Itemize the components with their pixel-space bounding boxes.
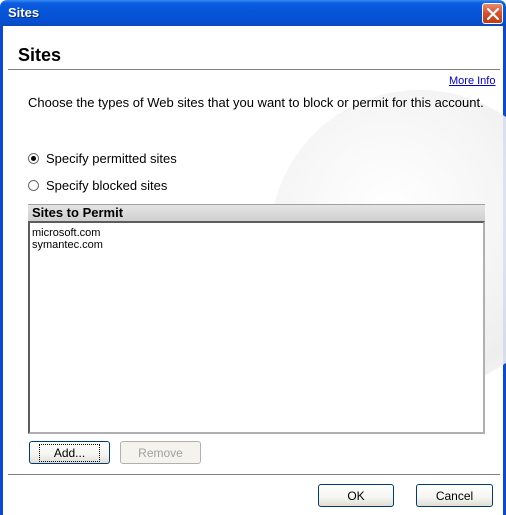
radio-button-checked[interactable] bbox=[28, 152, 39, 164]
title-bar[interactable]: Sites bbox=[0, 0, 506, 26]
cancel-button[interactable]: Cancel bbox=[416, 484, 493, 507]
add-button[interactable]: Add... bbox=[29, 441, 110, 464]
radio-button-unchecked[interactable] bbox=[28, 179, 39, 191]
ok-button[interactable]: OK bbox=[318, 484, 394, 507]
list-header: Sites to Permit bbox=[28, 204, 485, 221]
add-button-label: Add... bbox=[38, 443, 101, 462]
window-frame-left bbox=[0, 26, 3, 515]
sites-dialog: Sites Sites More Info Choose the types o… bbox=[0, 0, 506, 515]
page-title: Sites bbox=[18, 45, 62, 65]
radio-specify-permitted[interactable]: Specify permitted sites bbox=[28, 150, 177, 166]
remove-button[interactable]: Remove bbox=[120, 441, 201, 464]
cancel-button-label: Cancel bbox=[435, 488, 474, 503]
remove-button-label: Remove bbox=[138, 445, 183, 460]
ok-button-label: OK bbox=[347, 488, 365, 503]
radio-label-blocked: Specify blocked sites bbox=[46, 177, 168, 193]
list-item[interactable]: microsoft.com bbox=[30, 227, 483, 239]
close-icon bbox=[487, 8, 499, 20]
more-info-link[interactable]: More Info bbox=[449, 75, 495, 87]
radio-label-permitted: Specify permitted sites bbox=[46, 150, 177, 166]
radio-specify-blocked[interactable]: Specify blocked sites bbox=[28, 177, 167, 193]
window-title: Sites bbox=[8, 5, 40, 20]
footer-divider bbox=[8, 474, 500, 475]
list-item[interactable]: symantec.com bbox=[30, 239, 483, 251]
sites-list[interactable]: microsoft.com symantec.com bbox=[28, 221, 485, 434]
close-button[interactable] bbox=[482, 3, 503, 24]
heading-divider bbox=[8, 69, 500, 70]
description-text: Choose the types of Web sites that you w… bbox=[28, 95, 484, 110]
